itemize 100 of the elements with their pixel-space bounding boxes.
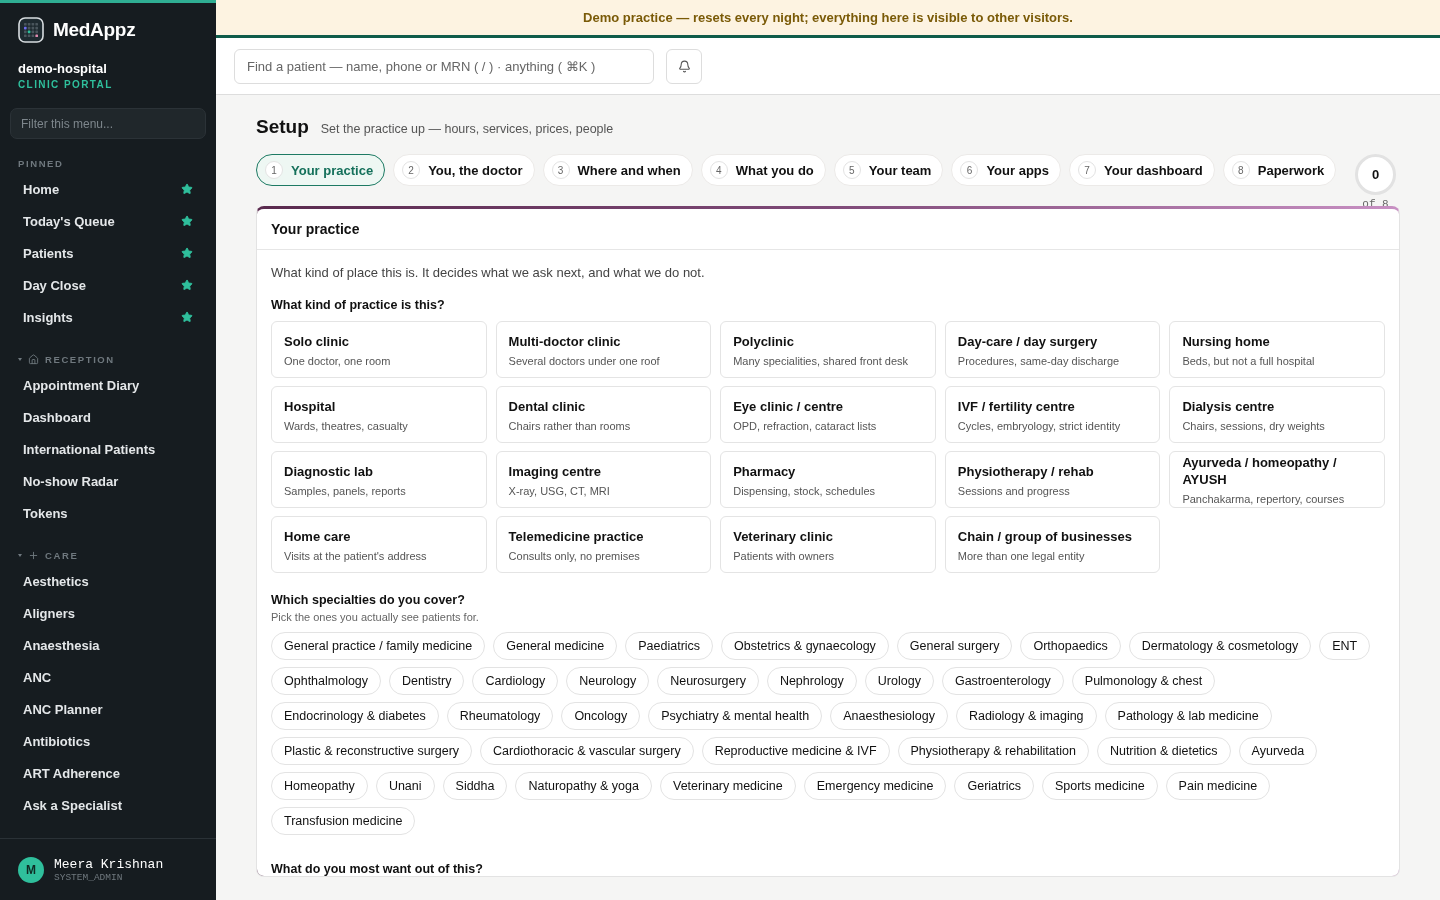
specialty-chip[interactable]: Dentistry <box>389 667 465 695</box>
sidebar-item[interactable]: Day Close <box>10 269 206 301</box>
specialty-chip[interactable]: Reproductive medicine & IVF <box>701 737 890 765</box>
sidebar-item[interactable]: Aligners <box>10 597 206 629</box>
specialty-chip[interactable]: Pulmonology & chest <box>1071 667 1216 695</box>
specialty-chip[interactable]: Dermatology & cosmetology <box>1128 632 1312 660</box>
user-avatar: M <box>18 856 44 883</box>
sidebar-item[interactable]: ART Adherence <box>10 757 206 789</box>
practice-option[interactable]: Physiotherapy / rehab Sessions and progress <box>944 451 1161 508</box>
specialty-chip[interactable]: Obstetrics & gynaecology <box>721 632 889 660</box>
step-number: 5 <box>842 161 861 179</box>
practice-option[interactable]: Polyclinic Many specialities, shared front desk <box>720 321 936 378</box>
specialty-chip[interactable]: Siddha <box>442 772 508 800</box>
specialty-chip[interactable]: Anaesthesiology <box>830 702 948 730</box>
specialty-chip[interactable]: Pain medicine <box>1165 772 1271 800</box>
specialty-chip[interactable]: ENT <box>1319 632 1371 660</box>
question-hint: Pick the ones you actually see patients for. <box>271 611 480 623</box>
specialty-chip[interactable]: Emergency medicine <box>803 772 947 800</box>
specialty-chip[interactable]: Nutrition & dietetics <box>1096 737 1231 765</box>
specialty-chip[interactable]: Transfusion medicine <box>271 807 416 835</box>
specialty-chip[interactable]: General surgery <box>896 632 1013 660</box>
practice-option[interactable]: Diagnostic lab Samples, panels, reports <box>271 451 487 508</box>
card-intro: What kind of place this is. It decides what we ask next, and what we do not. <box>271 265 706 280</box>
practice-option[interactable]: Imaging centre X-ray, USG, CT, MRI <box>495 451 712 508</box>
practice-option[interactable]: Nursing home Beds, but not a full hospital <box>1169 321 1385 378</box>
patient-search-field[interactable]: Find a patient — name, phone or MRN ( / ) · anything ( ⌘K ) <box>234 48 654 84</box>
step-tab[interactable]: 5 Your team <box>833 154 944 186</box>
practice-option[interactable]: Home care Visits at the patient's address <box>271 516 487 573</box>
specialty-chip[interactable]: Ayurveda <box>1238 737 1318 765</box>
notifications-button[interactable] <box>666 48 702 84</box>
specialty-chip[interactable]: Plastic & reconstructive surgery <box>271 737 473 765</box>
specialty-chip[interactable]: Radiology & imaging <box>955 702 1097 730</box>
specialty-chip[interactable]: Physiotherapy & rehabilitation <box>897 737 1089 765</box>
specialty-chip[interactable]: General medicine <box>493 632 618 660</box>
user-role: SYSTEM_ADMIN <box>54 871 124 883</box>
specialty-chip[interactable]: Naturopathy & yoga <box>515 772 652 800</box>
practice-option[interactable]: Dental clinic Chairs rather than rooms <box>495 386 712 443</box>
sidebar-item[interactable]: Insights <box>10 301 206 333</box>
specialty-chip[interactable]: Orthopaedics <box>1020 632 1121 660</box>
question-label: What kind of practice is this? <box>271 298 446 312</box>
practice-option[interactable]: Day-care / day surgery Procedures, same-day discharge <box>944 321 1161 378</box>
practice-option[interactable]: Eye clinic / centre OPD, refraction, cataract lists <box>720 386 936 443</box>
caret-icon[interactable] <box>18 553 22 557</box>
section-title: RECEPTION <box>45 353 115 365</box>
practice-option[interactable]: Chain / group of businesses More than one legal entity <box>944 516 1161 573</box>
sidebar-item[interactable]: Antibiotics <box>10 725 206 757</box>
step-tab[interactable]: 3 Where and when <box>542 154 693 186</box>
sidebar-item[interactable]: Ask a Specialist <box>10 789 206 821</box>
specialty-chip[interactable]: General practice / family medicine <box>271 632 486 660</box>
specialty-chip[interactable]: Nephrology <box>766 667 857 695</box>
practice-option[interactable]: Pharmacy Dispensing, stock, schedules <box>720 451 936 508</box>
sidebar-item[interactable]: Patients <box>10 237 206 269</box>
practice-option[interactable]: Multi-doctor clinic Several doctors under one roof <box>495 321 712 378</box>
sidebar-item[interactable]: Today's Queue <box>10 205 206 237</box>
practice-option[interactable]: Dialysis centre Chairs, sessions, dry weights <box>1169 386 1385 443</box>
card-title: Your practice <box>257 209 1399 250</box>
step-number: 4 <box>709 161 728 179</box>
practice-option[interactable]: Telemedicine practice Consults only, no premises <box>495 516 712 573</box>
sidebar-item[interactable]: Tokens <box>10 497 206 529</box>
sidebar-item[interactable]: Anaesthesia <box>10 629 206 661</box>
sidebar-item[interactable]: Appointment Diary <box>10 369 206 401</box>
sidebar-item[interactable]: Home <box>10 173 206 205</box>
sidebar-item[interactable]: No-show Radar <box>10 465 206 497</box>
caret-icon[interactable] <box>18 357 22 361</box>
menu-filter-field[interactable]: Filter this menu... <box>10 108 206 139</box>
sidebar-item[interactable]: ANC Planner <box>10 693 206 725</box>
step-tab[interactable]: 6 Your apps <box>951 154 1061 186</box>
practice-option[interactable]: Hospital Wards, theatres, casualty <box>271 386 487 443</box>
specialty-chip[interactable]: Neurosurgery <box>657 667 759 695</box>
specialty-chip[interactable]: Sports medicine <box>1041 772 1158 800</box>
practice-option[interactable]: Ayurveda / homeopathy / AYUSH Panchakarma, repertory, courses <box>1169 451 1385 508</box>
specialty-chip[interactable]: Endocrinology & diabetes <box>271 702 439 730</box>
specialty-chip[interactable]: Veterinary medicine <box>660 772 796 800</box>
specialty-chip[interactable]: Geriatrics <box>954 772 1034 800</box>
step-tab[interactable]: 7 Your dashboard <box>1069 154 1215 186</box>
specialty-chip[interactable]: Homeopathy <box>271 772 368 800</box>
sidebar-item[interactable]: ANC <box>10 661 206 693</box>
specialty-chip[interactable]: Paediatrics <box>625 632 714 660</box>
specialty-chip[interactable]: Oncology <box>561 702 641 730</box>
step-tab[interactable]: 4 What you do <box>700 154 826 186</box>
page-title: Setup <box>256 116 309 138</box>
sidebar-item[interactable]: International Patients <box>10 433 206 465</box>
specialty-chip[interactable]: Neurology <box>566 667 650 695</box>
specialty-chip[interactable]: Psychiatry & mental health <box>648 702 823 730</box>
practice-option[interactable]: IVF / fertility centre Cycles, embryology, strict identity <box>944 386 1161 443</box>
specialty-chip[interactable]: Cardiology <box>472 667 559 695</box>
sidebar-item[interactable]: Dashboard <box>10 401 206 433</box>
sidebar-item[interactable]: Aesthetics <box>10 565 206 597</box>
step-tab[interactable]: 2 You, the doctor <box>393 154 535 186</box>
step-tab[interactable]: 8 Paperwork <box>1222 154 1337 186</box>
specialty-chip[interactable]: Gastroenterology <box>941 667 1064 695</box>
specialty-chip[interactable]: Rheumatology <box>446 702 554 730</box>
practice-option[interactable]: Solo clinic One doctor, one room <box>271 321 487 378</box>
specialty-chip[interactable]: Unani <box>375 772 435 800</box>
practice-option[interactable]: Veterinary clinic Patients with owners <box>720 516 936 573</box>
specialty-chip[interactable]: Pathology & lab medicine <box>1104 702 1272 730</box>
step-tab[interactable]: 1 Your practice <box>256 154 386 186</box>
specialty-chip[interactable]: Ophthalmology <box>271 667 382 695</box>
specialty-chip[interactable]: Cardiothoracic & vascular surgery <box>480 737 694 765</box>
specialty-chip[interactable]: Urology <box>864 667 934 695</box>
